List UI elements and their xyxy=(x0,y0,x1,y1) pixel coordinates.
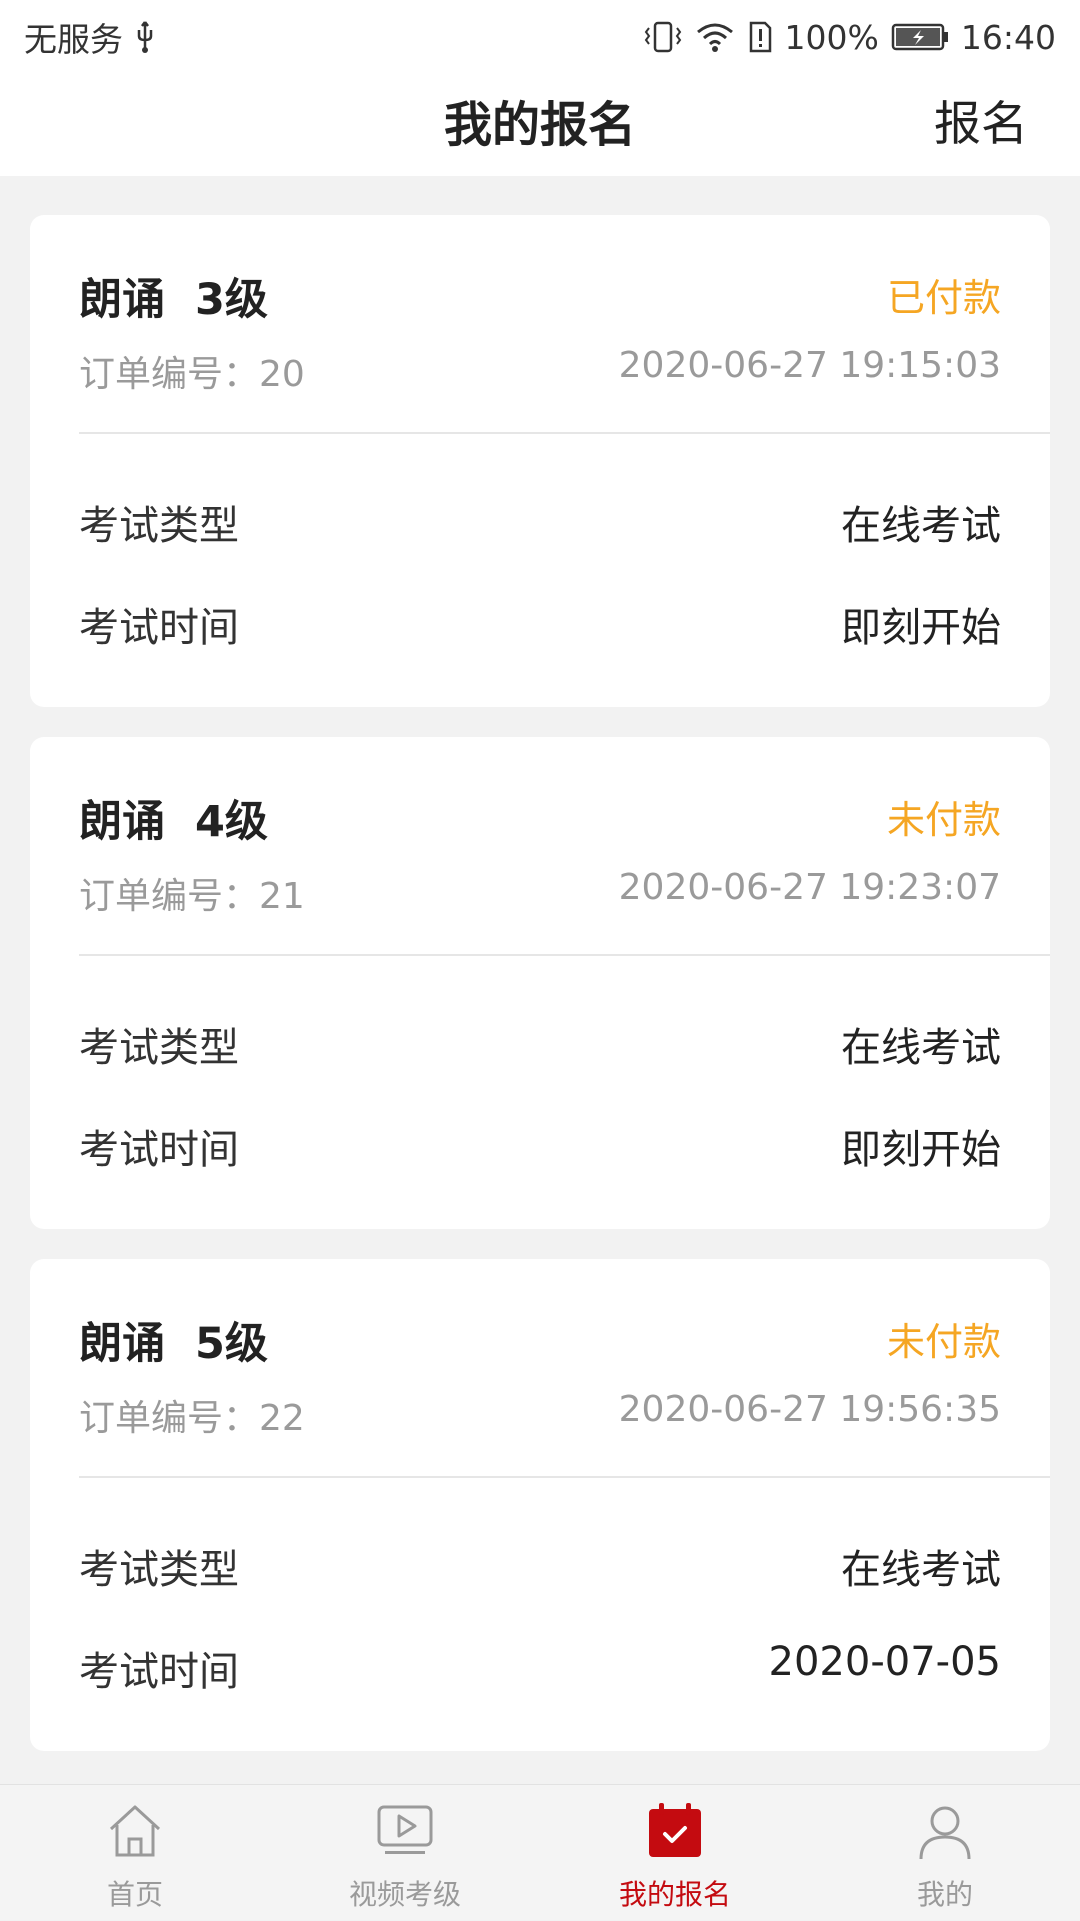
status-left: 无服务 xyxy=(24,13,157,61)
exam-type-value: 在线考试 xyxy=(841,1547,1001,1593)
order-number: 订单编号：21 xyxy=(79,876,305,917)
exam-time-value: 即刻开始 xyxy=(841,1127,1001,1173)
tab-label: 我的报名 xyxy=(618,1878,731,1911)
payment-status: 已付款 xyxy=(886,276,1001,320)
exam-type-label: 考试类型 xyxy=(79,1547,239,1593)
calendar-check-icon xyxy=(645,1801,705,1861)
page-title: 我的报名 xyxy=(443,97,636,153)
exam-title: 朗诵 4级 xyxy=(79,797,268,847)
order-time: 2020-06-27 19:56:35 xyxy=(618,1389,1001,1430)
divider xyxy=(79,954,1050,956)
tab-home[interactable]: 首页 xyxy=(0,1785,270,1921)
vibrate-icon xyxy=(643,20,683,54)
exam-title: 朗诵 3级 xyxy=(79,275,268,325)
order-number: 订单编号：20 xyxy=(79,354,305,395)
exam-time-label: 考试时间 xyxy=(79,1127,239,1173)
home-icon xyxy=(105,1801,165,1861)
tab-profile[interactable]: 我的 xyxy=(810,1785,1080,1921)
tab-my-registration[interactable]: 我的报名 xyxy=(540,1785,810,1921)
status-right: 100% 16:40 xyxy=(643,18,1056,57)
tab-label: 视频考级 xyxy=(348,1878,461,1911)
exam-time-value: 2020-07-05 xyxy=(768,1639,1001,1685)
video-play-icon xyxy=(375,1801,435,1861)
register-button[interactable]: 报名 xyxy=(934,74,1028,176)
carrier-text: 无服务 xyxy=(24,20,123,59)
clock-time: 16:40 xyxy=(960,17,1056,57)
exam-type-label: 考试类型 xyxy=(79,1025,239,1071)
order-time: 2020-06-27 19:23:07 xyxy=(618,867,1001,908)
battery-charging-icon xyxy=(891,22,949,52)
wifi-icon xyxy=(695,20,735,54)
payment-status: 未付款 xyxy=(886,1320,1001,1364)
tab-video-exam[interactable]: 视频考级 xyxy=(270,1785,540,1921)
payment-status: 未付款 xyxy=(886,798,1001,842)
exam-type-value: 在线考试 xyxy=(841,1025,1001,1071)
registration-card[interactable]: 朗诵 3级 已付款 订单编号：20 2020-06-27 19:15:03 考试… xyxy=(30,215,1050,707)
order-number: 订单编号：22 xyxy=(79,1398,305,1439)
exam-time-value: 即刻开始 xyxy=(841,605,1001,651)
usb-icon xyxy=(133,20,157,54)
registration-card[interactable]: 朗诵 5级 未付款 订单编号：22 2020-06-27 19:56:35 考试… xyxy=(30,1259,1050,1751)
divider xyxy=(79,432,1050,434)
exam-time-label: 考试时间 xyxy=(79,1649,239,1695)
user-icon xyxy=(915,1801,975,1861)
tab-label: 我的 xyxy=(916,1878,973,1911)
registration-card[interactable]: 朗诵 4级 未付款 订单编号：21 2020-06-27 19:23:07 考试… xyxy=(30,737,1050,1229)
status-bar: 无服务 100% 16:40 xyxy=(0,0,1080,74)
tab-label: 首页 xyxy=(106,1878,163,1911)
bottom-tab-bar: 首页 视频考级 我的报名 我的 xyxy=(0,1784,1080,1920)
app-header: 我的报名 报名 xyxy=(0,74,1080,176)
divider xyxy=(79,1476,1050,1478)
exam-time-label: 考试时间 xyxy=(79,605,239,651)
battery-percent: 100% xyxy=(784,17,879,57)
sim-alert-icon xyxy=(747,20,773,54)
exam-type-value: 在线考试 xyxy=(841,503,1001,549)
exam-type-label: 考试类型 xyxy=(79,503,239,549)
exam-title: 朗诵 5级 xyxy=(79,1319,268,1369)
order-time: 2020-06-27 19:15:03 xyxy=(618,345,1001,386)
